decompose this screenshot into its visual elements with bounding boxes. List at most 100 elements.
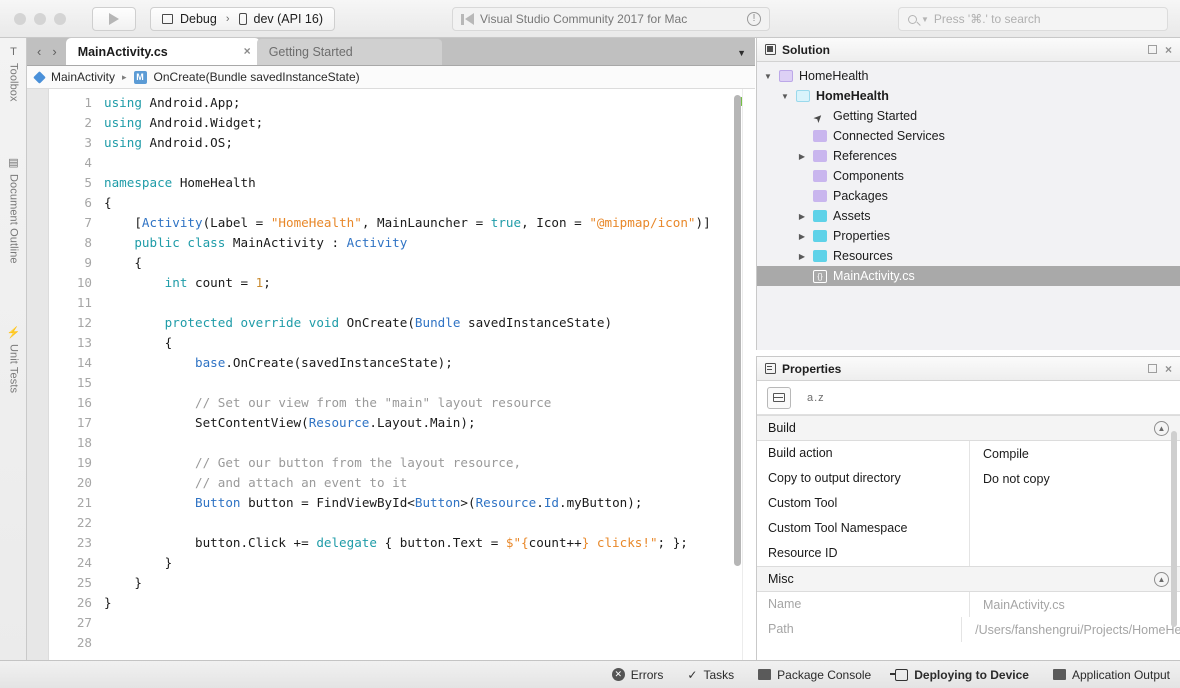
solution-tree-item[interactable]: HomeHealth [757,86,1180,106]
code-line: 5 namespace HomeHealth [50,173,711,193]
chevron-right-icon[interactable] [797,152,807,161]
property-value[interactable]: MainActivity.cs [970,598,1065,612]
code-token: delegate [316,535,377,550]
property-value[interactable]: Compile [970,447,1029,461]
chevron-down-icon[interactable] [763,72,773,81]
solution-tree-item[interactable]: References [757,146,1180,166]
property-row[interactable]: Build action Compile [757,441,1180,466]
solution-tree-item-label: Resources [833,249,893,263]
restore-icon[interactable] [1147,364,1157,373]
tab-getting-started-label: Getting Started [268,45,353,59]
solution-tree-item[interactable]: Assets [757,206,1180,226]
source-code[interactable]: 1 using Android.App; 2 using Android.Widget… [50,93,711,653]
code-line: 19 // Get our button from the layout res… [50,453,711,473]
line-number: 12 [76,315,92,330]
chevron-down-icon[interactable] [780,92,790,101]
code-line: 18 [50,433,711,453]
configuration-selector[interactable]: Debug › dev (API 16) [150,6,335,31]
property-row[interactable]: Path/Users/fanshengrui/Projects/HomeHea [757,617,1180,642]
run-button[interactable] [92,6,136,31]
solution-tree-item-label: HomeHealth [816,89,889,103]
property-row[interactable]: Name MainActivity.cs [757,592,1180,617]
property-row[interactable]: Resource ID [757,541,1180,566]
line-number: 8 [84,235,92,250]
solution-tree-item[interactable]: ➤ Getting Started [757,106,1180,126]
search-input[interactable]: ▼ Press '⌘.' to search [898,7,1168,31]
restore-icon[interactable] [1147,45,1157,54]
line-number: 4 [84,155,92,170]
chevron-right-icon[interactable] [797,232,807,241]
editor-content[interactable]: 1 using Android.App; 2 using Android.Widget… [50,89,755,660]
solution-tree[interactable]: HomeHealth HomeHealth ➤ Getting Started Conn… [757,62,1180,286]
editor-navigation: ‹ › [27,44,66,65]
status-deploying-to-device[interactable]: Deploying to Device [890,667,1029,682]
group-by-category-button[interactable] [767,386,791,409]
solution-tree-item[interactable]: {} MainActivity.cs [757,266,1180,286]
solution-tree-item[interactable]: Resources [757,246,1180,266]
property-row[interactable]: Custom Tool [757,491,1180,516]
chevron-right-icon[interactable] [797,252,807,261]
chevron-up-icon[interactable]: ▲ [1154,571,1169,587]
code-token: base [195,355,226,370]
solution-pad: Solution × HomeHealth HomeHealth ➤ Getting … [756,38,1180,350]
solution-tree-item[interactable]: Properties [757,226,1180,246]
breadcrumb-method[interactable]: OnCreate(Bundle savedInstanceState) [154,70,360,84]
breadcrumb-class[interactable]: MainActivity [51,70,115,84]
info-icon[interactable]: ! [747,12,761,26]
code-token: // and attach an event to it [195,475,408,490]
navigate-forward-button[interactable]: › [52,44,56,59]
code-token: .OnCreate(savedInstanceState); [225,355,453,370]
properties-vertical-scrollbar[interactable] [1171,431,1177,627]
property-row[interactable]: Copy to output directory Do not copy [757,466,1180,491]
status-display[interactable]: Visual Studio Community 2017 for Mac ! [452,7,770,31]
maximize-window-button[interactable] [54,12,66,25]
navigate-back-button[interactable]: ‹ [37,44,41,59]
properties-grid[interactable]: Build ▲ Build action Compile Copy to output … [757,415,1180,642]
solution-tree-item[interactable]: Connected Services [757,126,1180,146]
sidebar-item-document-outline[interactable]: ▤ Document Outline [0,156,27,306]
minimize-window-button[interactable] [34,12,46,25]
code-line: 14 base.OnCreate(savedInstanceState); [50,353,711,373]
code-line: 4 [50,153,711,173]
sort-alphabetical-button[interactable]: a.z [807,392,825,404]
solution-tree-item[interactable]: Packages [757,186,1180,206]
tab-overflow-icon[interactable]: ▼ [737,48,755,65]
code-token: HomeHealth [179,175,256,190]
sidebar-item-toolbox[interactable]: T Toolbox [0,46,27,136]
property-value[interactable]: Do not copy [970,472,1050,486]
status-deploying-label: Deploying to Device [914,667,1029,682]
chevron-right-icon: ▸ [122,71,127,82]
line-number: 28 [76,635,92,650]
property-value[interactable]: /Users/fanshengrui/Projects/HomeHea [962,623,1180,637]
sidebar-item-unit-tests[interactable]: ⚡ Unit Tests [0,326,27,431]
code-line: 3 using Android.OS; [50,133,711,153]
status-tasks[interactable]: ✓ Tasks [687,668,734,682]
code-token: "@mipmap/icon" [589,215,696,230]
chevron-right-icon[interactable] [797,212,807,221]
code-line: 26} [50,593,711,613]
close-icon[interactable]: × [244,45,251,57]
status-application-output[interactable]: Application Output [1052,668,1170,682]
solution-tree-item[interactable]: Components [757,166,1180,186]
property-row[interactable]: Custom Tool Namespace [757,516,1180,541]
tab-getting-started[interactable]: Getting Started [256,38,442,65]
tab-mainactivity-cs[interactable]: MainActivity.cs × [65,38,260,65]
status-errors[interactable]: ✕ Errors [611,668,663,682]
properties-group-header[interactable]: Misc ▲ [757,566,1180,592]
solution-icon [779,70,793,82]
chevron-up-icon[interactable]: ▲ [1154,420,1169,436]
solution-tree-item[interactable]: HomeHealth [757,66,1180,86]
status-package-console[interactable]: Package Console [758,668,871,682]
code-editor[interactable]: 1 using Android.App; 2 using Android.Widget… [27,89,755,660]
code-token: // Get our button from the layout resour… [195,455,522,470]
assets-folder-icon [813,210,827,222]
close-window-button[interactable] [14,12,26,25]
properties-group-header[interactable]: Build ▲ [757,415,1180,441]
editor-vertical-scrollbar[interactable] [734,95,741,566]
property-name: Custom Tool Namespace [757,516,970,541]
close-icon[interactable]: × [1165,44,1172,56]
close-icon[interactable]: × [1165,363,1172,375]
